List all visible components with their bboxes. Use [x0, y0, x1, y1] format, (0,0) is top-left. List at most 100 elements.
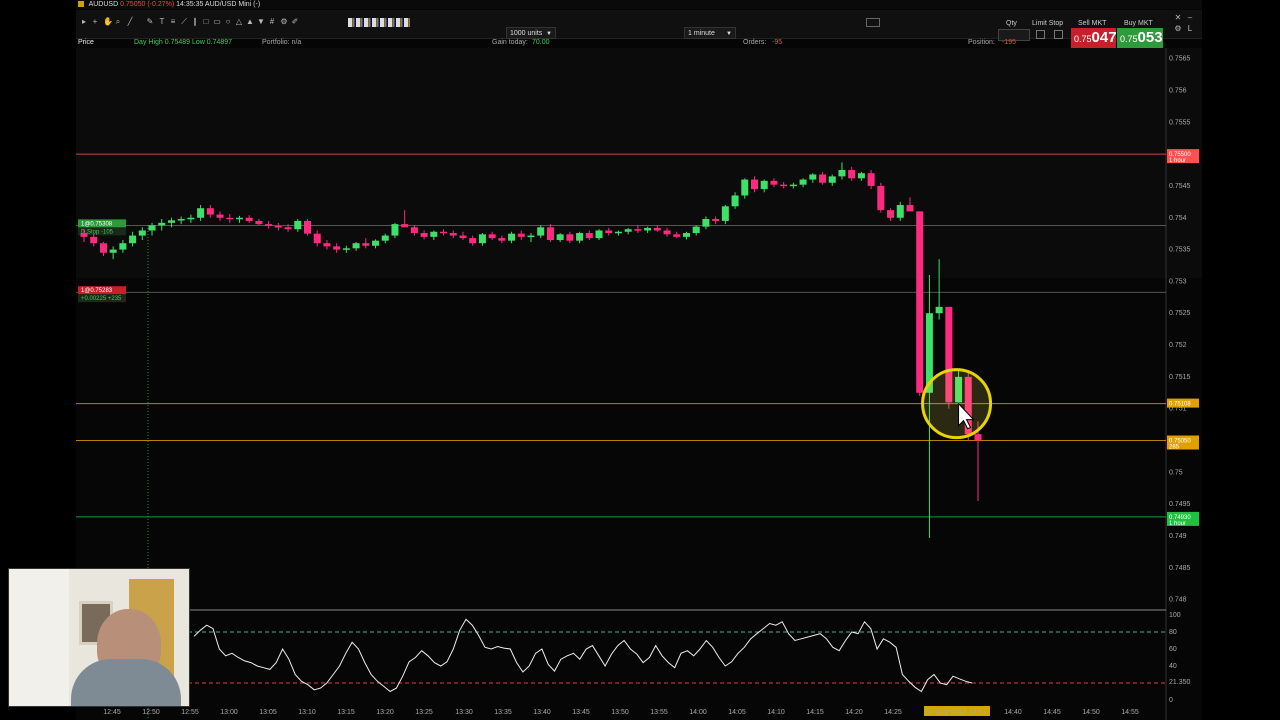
price-label: Price	[78, 39, 94, 46]
triangle-tool-icon[interactable]: △	[235, 18, 243, 26]
x-tick-label: 12:50	[142, 709, 160, 716]
line-tool-icon[interactable]: ╱	[126, 18, 134, 26]
plot-shade-top	[76, 48, 1202, 278]
trend-tool-icon[interactable]: ⟋	[180, 18, 188, 26]
x-tick-label: 13:05	[259, 709, 277, 716]
candle-body	[235, 217, 243, 220]
minimize-icon[interactable]: –	[1186, 14, 1194, 22]
zoom-tool-icon[interactable]: ⌕	[114, 18, 122, 26]
y-tick-label: 0.752	[1169, 342, 1187, 349]
candle-body	[216, 214, 224, 218]
rectangle-tool-icon[interactable]: ▭	[213, 18, 221, 26]
price-level-sub: 285	[1169, 445, 1180, 451]
oscillator-y-tick: 0	[1169, 697, 1173, 704]
candle-body	[517, 233, 525, 237]
limit-stop-label: Limit Stop	[1032, 20, 1064, 27]
interval-select[interactable]: 1 minute ▼	[684, 27, 736, 39]
title-bar: AUDUSD 0.75050 (-0.27%) 14:35:35 AUD/USD…	[76, 0, 1202, 9]
candle-body	[731, 195, 739, 207]
limit-order-icon[interactable]	[1036, 30, 1045, 39]
x-tick-label: 14:05	[728, 709, 746, 716]
candle-body	[634, 229, 642, 231]
shape-tool-icon[interactable]: □	[202, 18, 210, 26]
x-tick-label: 13:00	[220, 709, 238, 716]
candle-body	[342, 248, 350, 250]
pencil-tool-icon[interactable]: ✐	[291, 18, 299, 26]
candle-body	[313, 233, 321, 244]
fibonacci-tool-icon[interactable]: ≡	[169, 18, 177, 26]
candle-body	[333, 246, 341, 250]
candle-body	[673, 234, 681, 237]
candle-body	[702, 219, 710, 227]
candle-body	[488, 234, 496, 239]
cursor-highlight	[921, 368, 993, 440]
candle-body	[187, 217, 195, 220]
candle-body	[556, 234, 564, 241]
price-chart[interactable]: 0.75650.7560.75550.7550.75450.7540.75350…	[76, 48, 1202, 720]
candle-body	[391, 224, 399, 236]
candle-body	[974, 434, 982, 441]
candle-body	[459, 235, 467, 239]
candle-body	[177, 219, 185, 221]
candle-body	[410, 227, 418, 234]
candle-body	[935, 306, 943, 314]
candle-body	[469, 238, 477, 244]
candle-body	[712, 219, 720, 221]
candle-body	[226, 217, 234, 220]
crosshair-tool-icon[interactable]: +	[91, 18, 99, 26]
close-icon[interactable]: ✕	[1174, 14, 1182, 22]
candle-body	[741, 179, 749, 196]
grid-tool-icon[interactable]: #	[268, 18, 276, 26]
candle-body	[848, 170, 856, 179]
orders-label: Orders:	[743, 39, 767, 46]
x-tick-label: 14:45	[1043, 709, 1061, 716]
candle-body	[420, 233, 428, 237]
candle-body	[498, 238, 506, 241]
text-tool-icon[interactable]: T	[158, 18, 166, 26]
ellipse-tool-icon[interactable]: ○	[224, 18, 232, 26]
title-rest: 14:35:35 AUD/USD Mini (-)	[176, 1, 261, 8]
x-tick-label: 12:55	[181, 709, 199, 716]
oscillator-y-tick: 80	[1169, 629, 1177, 636]
candle-body	[799, 179, 807, 185]
title-symbol: AUDUSD	[88, 1, 119, 8]
x-tick-label: 14:10	[767, 709, 785, 716]
draw-tool-icon[interactable]: ✎	[146, 18, 154, 26]
candle-body	[760, 180, 768, 190]
candle-body	[449, 233, 457, 236]
x-tick-label: 13:30	[455, 709, 473, 716]
hand-tool-icon[interactable]: ✋	[103, 18, 113, 26]
cursor-tool-icon[interactable]: ▸	[80, 18, 88, 26]
arrow-up-tool-icon[interactable]: ▲	[246, 18, 254, 26]
oscillator-y-tick: 40	[1169, 663, 1177, 670]
x-tick-label: 02-Aug-2018 14:33	[926, 709, 986, 716]
candle-body	[265, 224, 273, 227]
y-tick-label: 0.7555	[1169, 119, 1191, 126]
candle-body	[789, 184, 797, 187]
title-change: 0.75050 (-0.27%)	[120, 1, 175, 8]
candle-body	[576, 233, 584, 241]
candle-body	[537, 227, 545, 236]
units-select[interactable]: 1000 units ▼	[506, 27, 556, 39]
position-value: -195	[1002, 39, 1017, 46]
settings-icon[interactable]: ⚙	[1174, 25, 1182, 33]
y-tick-label: 0.7495	[1169, 501, 1191, 508]
x-tick-label: 14:00	[689, 709, 707, 716]
oscillator-y-tick: 100	[1169, 612, 1181, 619]
chart-type-icon[interactable]	[866, 18, 880, 27]
candle-body	[896, 205, 904, 218]
candle-body	[595, 230, 603, 239]
channel-tool-icon[interactable]: ∥	[191, 18, 199, 26]
x-tick-label: 13:55	[650, 709, 668, 716]
x-tick-label: 13:25	[415, 709, 433, 716]
stop-order-icon[interactable]	[1054, 30, 1063, 39]
lock-icon[interactable]: L	[1186, 25, 1194, 33]
x-tick-label: 13:35	[494, 709, 512, 716]
arrow-down-tool-icon[interactable]: ▼	[257, 18, 265, 26]
toolbar: ▸ + ✋ ⌕ ╱ ✎ T ≡ ⟋ ∥ □ ▭ ○ △ ▲ ▼ # ⚙ ✐ 10…	[76, 10, 1202, 48]
chart-settings-icon[interactable]: ⚙	[280, 18, 288, 26]
candle-body	[90, 236, 98, 244]
x-tick-label: 14:20	[845, 709, 863, 716]
oscillator-y-tick: 21.350	[1169, 679, 1191, 686]
color-palette-icon[interactable]	[348, 18, 410, 27]
